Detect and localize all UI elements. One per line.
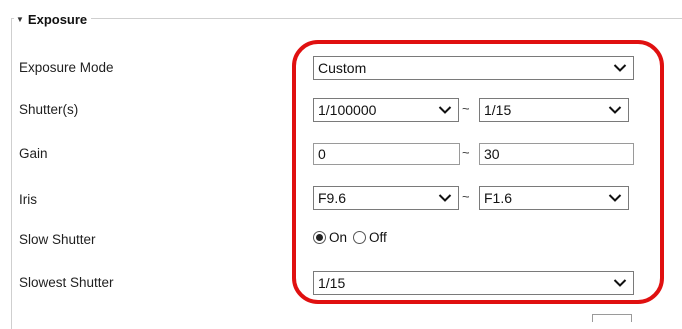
iris-max-select[interactable]: F1.6 — [479, 186, 629, 210]
range-separator: ~ — [462, 189, 470, 204]
shutter-min-select[interactable]: 1/100000 — [313, 98, 459, 122]
range-separator: ~ — [462, 145, 470, 160]
chevron-down-icon — [438, 194, 452, 202]
slow-shutter-on-label[interactable]: On — [329, 230, 347, 245]
gain-min-input[interactable] — [313, 143, 460, 165]
shutter-max-value: 1/15 — [484, 102, 512, 118]
chevron-down-icon — [608, 106, 622, 114]
iris-label: Iris — [19, 192, 37, 207]
exposure-mode-label: Exposure Mode — [19, 60, 114, 75]
next-row-field-partial — [592, 314, 632, 322]
range-separator: ~ — [462, 101, 470, 116]
exposure-mode-value: Custom — [318, 60, 367, 76]
triangle-down-icon[interactable]: ▼ — [16, 15, 24, 24]
slow-shutter-on-radio[interactable] — [313, 231, 326, 244]
iris-min-value: F9.6 — [318, 190, 347, 206]
chevron-down-icon — [438, 106, 452, 114]
radio-selected-dot — [316, 234, 323, 241]
slow-shutter-label: Slow Shutter — [19, 232, 96, 247]
shutter-min-value: 1/100000 — [318, 102, 377, 118]
chevron-down-icon — [613, 64, 627, 72]
slow-shutter-off-radio[interactable] — [353, 231, 367, 244]
shutter-max-select[interactable]: 1/15 — [479, 98, 629, 122]
slow-shutter-off-label[interactable]: Off — [369, 230, 387, 245]
chevron-down-icon — [613, 279, 627, 287]
slow-shutter-radio-group: On Off — [313, 230, 387, 245]
gain-label: Gain — [19, 146, 48, 161]
slowest-shutter-label: Slowest Shutter — [19, 275, 114, 290]
iris-max-value: F1.6 — [484, 190, 513, 206]
gain-max-input[interactable] — [479, 143, 634, 165]
slowest-shutter-select[interactable]: 1/15 — [313, 271, 634, 295]
slowest-shutter-value: 1/15 — [318, 275, 346, 291]
shutter-label: Shutter(s) — [19, 102, 79, 117]
iris-min-select[interactable]: F9.6 — [313, 186, 459, 210]
section-header[interactable]: ▼ Exposure — [14, 10, 92, 28]
chevron-down-icon — [608, 194, 622, 202]
section-title: Exposure — [27, 11, 88, 27]
exposure-mode-select[interactable]: Custom — [313, 56, 634, 80]
